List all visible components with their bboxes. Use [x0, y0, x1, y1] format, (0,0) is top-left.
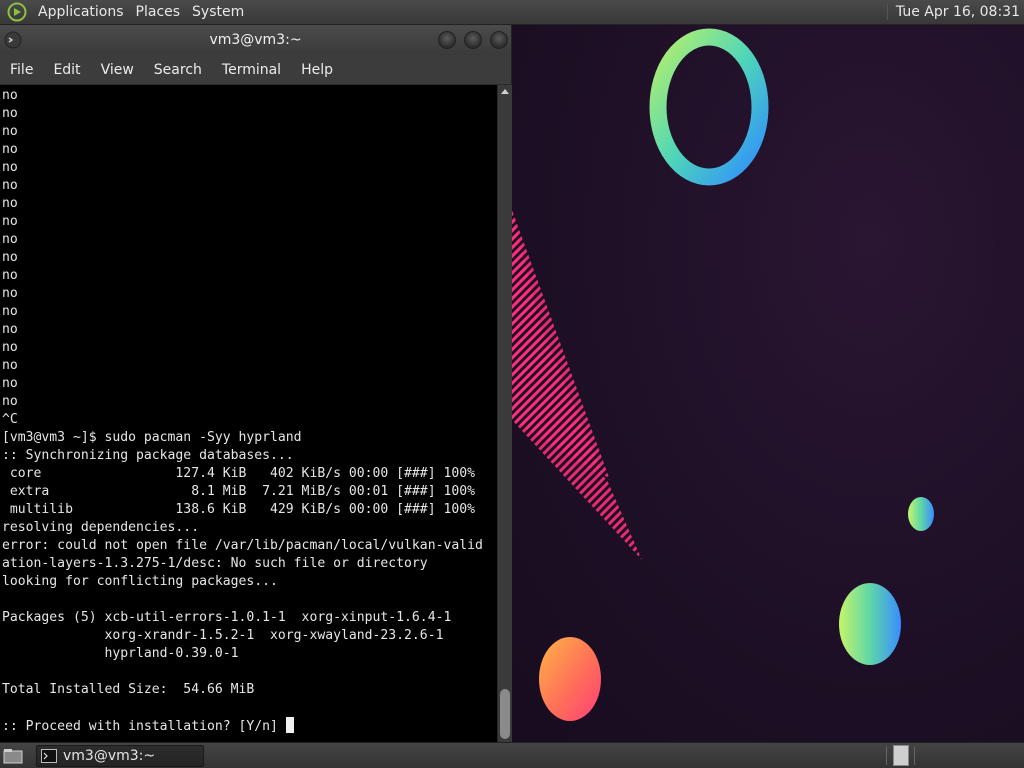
menu-search[interactable]: Search: [144, 62, 212, 78]
terminal-line: core 127.4 KiB 402 KiB/s 00:00 [###] 100…: [2, 466, 475, 481]
distro-logo-icon[interactable]: [6, 1, 28, 23]
menu-file[interactable]: File: [0, 62, 43, 78]
taskbar-item-label: vm3@vm3:~: [63, 747, 156, 764]
terminal-line: no: [2, 142, 18, 157]
scroll-up-arrow-icon[interactable]: [501, 89, 509, 94]
terminal-line: ^C: [2, 412, 18, 427]
menu-view[interactable]: View: [91, 62, 144, 78]
panel-separator: [886, 747, 887, 765]
places-menu[interactable]: Places: [130, 4, 187, 20]
terminal-icon: [4, 31, 22, 49]
clock[interactable]: Tue Apr 16, 08:31: [886, 4, 1020, 20]
terminal-line: multilib 138.6 KiB 429 KiB/s 00:00 [###]…: [2, 502, 475, 517]
menu-help[interactable]: Help: [291, 62, 343, 78]
terminal-scrollbar[interactable]: [497, 85, 512, 742]
terminal-window: vm3@vm3:~ File Edit View Search Terminal…: [0, 25, 512, 742]
terminal-line: no: [2, 106, 18, 121]
menu-terminal[interactable]: Terminal: [212, 62, 291, 78]
terminal-line: no: [2, 232, 18, 247]
terminal-line: Packages (5) xcb-util-errors-1.0.1-1 xor…: [2, 610, 452, 625]
wallpaper-art: [512, 28, 934, 721]
terminal-line: no: [2, 340, 18, 355]
terminal-line: xorg-xrandr-1.5.2-1 xorg-xwayland-23.2.6…: [2, 628, 444, 643]
terminal-line: no: [2, 214, 18, 229]
close-button[interactable]: [490, 31, 508, 49]
terminal-line: error: could not open file /var/lib/pacm…: [2, 538, 483, 553]
terminal-line: extra 8.1 MiB 7.21 MiB/s 00:01 [###] 100…: [2, 484, 475, 499]
menu-edit[interactable]: Edit: [43, 62, 90, 78]
terminal-line: [vm3@vm3 ~]$ sudo pacman -Syy hyprland: [2, 430, 302, 445]
top-panel: Applications Places System Tue Apr 16, 0…: [0, 0, 1024, 25]
terminal-line: no: [2, 124, 18, 139]
panel-separator: [914, 747, 915, 765]
terminal-line: looking for conflicting packages...: [2, 574, 278, 589]
scrollbar-thumb[interactable]: [500, 689, 510, 739]
terminal-line: no: [2, 250, 18, 265]
taskbar-item-terminal[interactable]: vm3@vm3:~: [36, 744, 204, 767]
workspace-switcher[interactable]: [893, 745, 909, 766]
terminal-app-icon: [41, 748, 57, 763]
window-titlebar[interactable]: vm3@vm3:~: [0, 25, 511, 55]
terminal-line: resolving dependencies...: [2, 520, 200, 535]
terminal-line: no: [2, 286, 18, 301]
minimize-button[interactable]: [438, 31, 456, 49]
terminal-line: no: [2, 304, 18, 319]
terminal-line: no: [2, 322, 18, 337]
terminal-line: Total Installed Size: 54.66 MiB: [2, 682, 255, 697]
window-title: vm3@vm3:~: [209, 32, 302, 48]
terminal-line: no: [2, 160, 18, 175]
terminal-line: no: [2, 358, 18, 373]
terminal-line: no: [2, 196, 18, 211]
system-menu[interactable]: System: [186, 4, 250, 20]
terminal-prompt-line: :: Proceed with installation? [Y/n]: [2, 717, 497, 735]
terminal-output[interactable]: no no no no no no no no no no no no no no no no no no ^C [v…: [0, 85, 497, 742]
terminal-line: no: [2, 394, 18, 409]
terminal-line: no: [2, 88, 18, 103]
terminal-line: :: Synchronizing package databases...: [2, 448, 294, 463]
desktop-wallpaper: [512, 25, 1024, 742]
maximize-button[interactable]: [464, 31, 482, 49]
show-desktop-icon[interactable]: [2, 746, 24, 766]
terminal-cursor: [285, 717, 294, 733]
terminal-line: ation-layers-1.3.275-1/desc: No such fil…: [2, 556, 428, 571]
terminal-line: no: [2, 268, 18, 283]
window-menubar: File Edit View Search Terminal Help: [0, 55, 511, 85]
terminal-prompt: :: Proceed with installation? [Y/n]: [2, 719, 286, 734]
terminal-line: hyprland-0.39.0-1: [2, 646, 239, 661]
terminal-line: no: [2, 376, 18, 391]
terminal-line: no: [2, 178, 18, 193]
bottom-panel: vm3@vm3:~: [0, 742, 1024, 768]
applications-menu[interactable]: Applications: [32, 4, 130, 20]
